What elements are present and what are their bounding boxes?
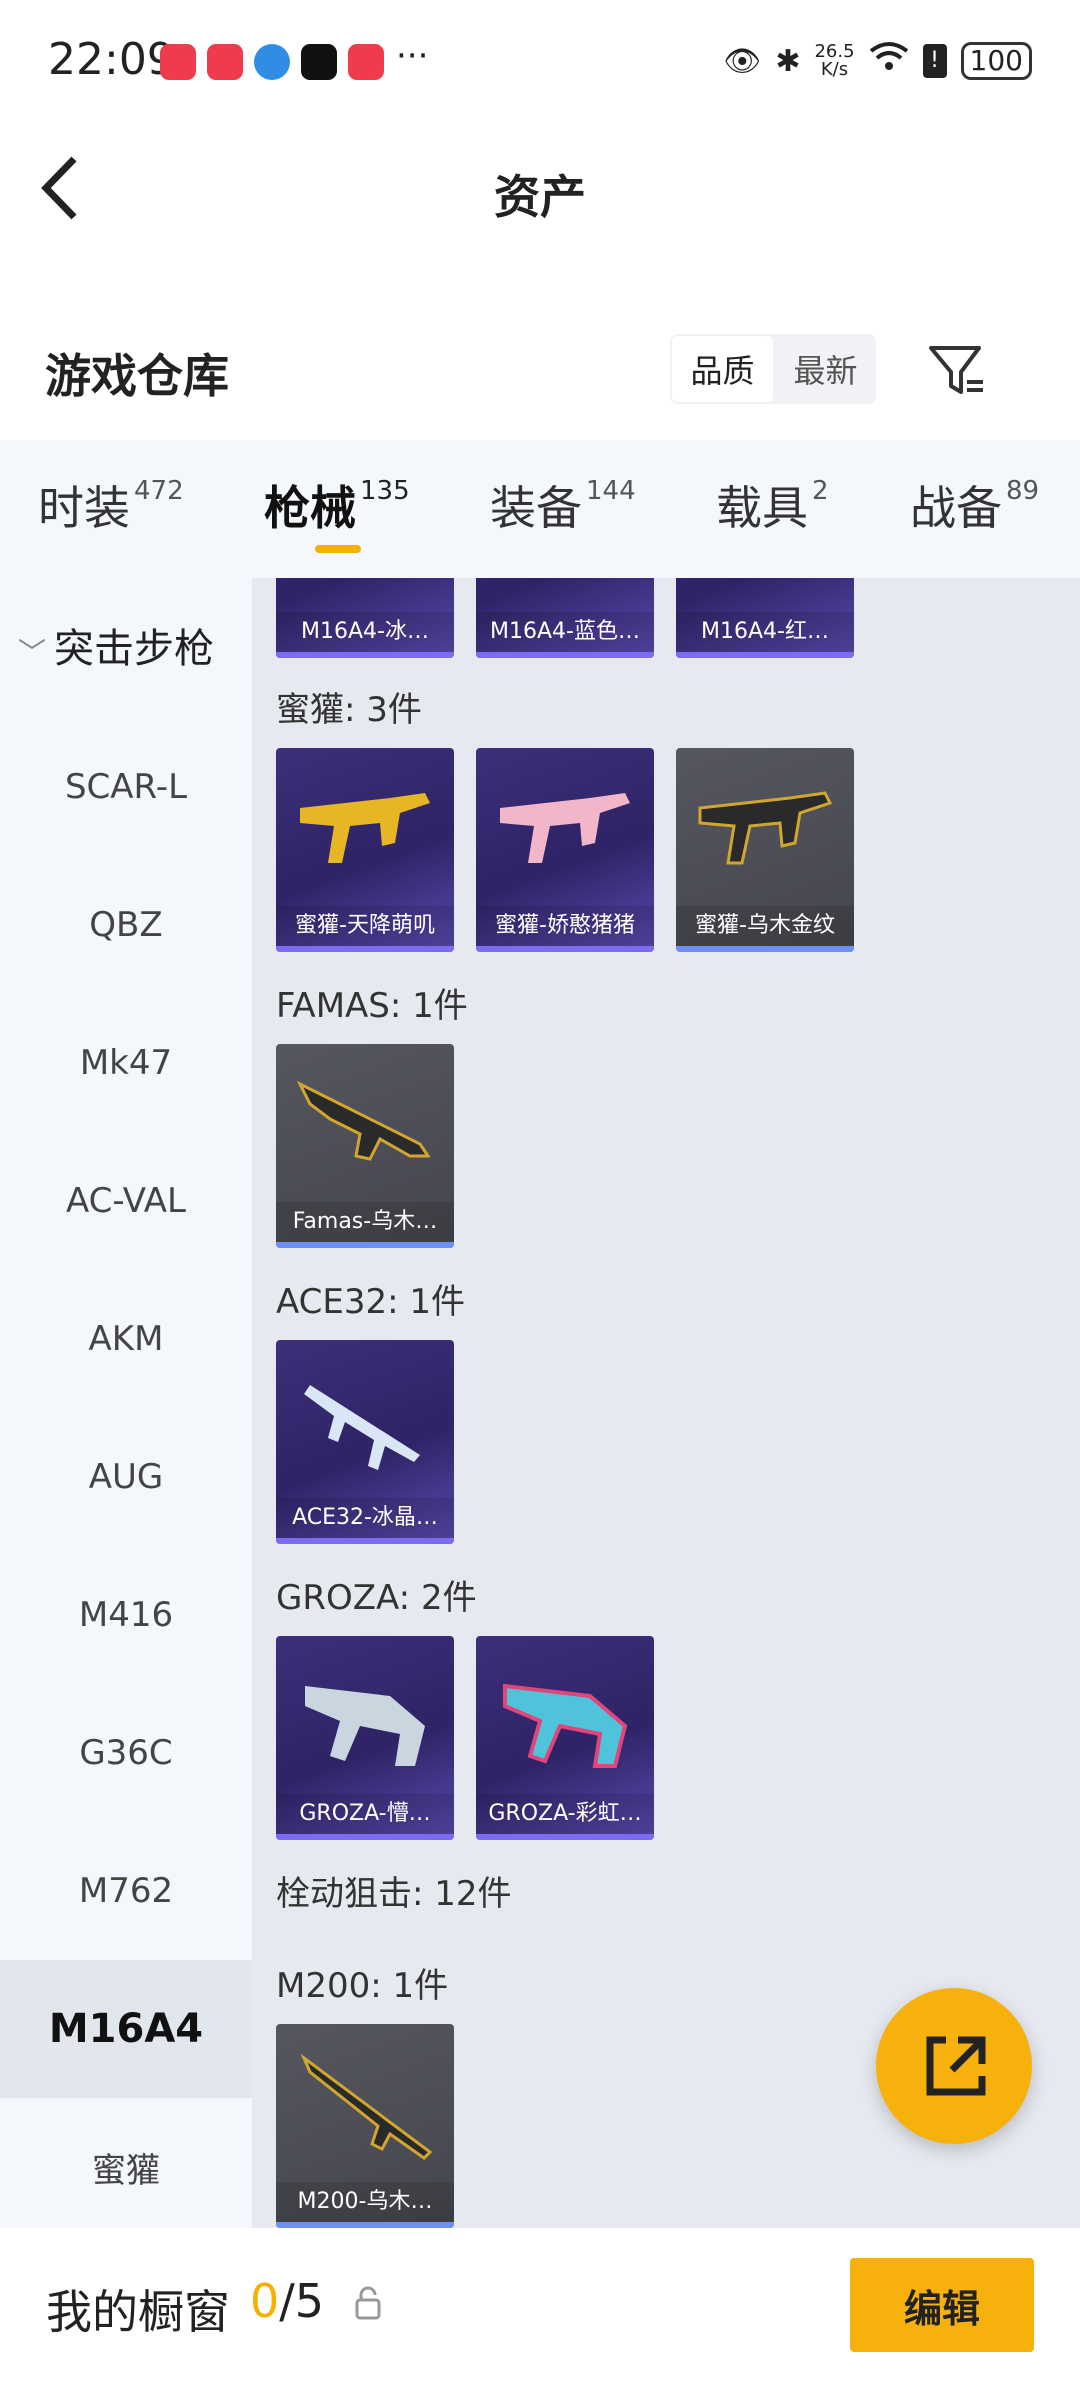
weapon-card[interactable]: 蜜獾-娇憨猪猪: [476, 748, 654, 952]
sort-newest-button[interactable]: 最新: [775, 334, 876, 404]
status-bar: 22:09 ··· 👁 ✱ 26.5 K/s ! 100: [0, 0, 1080, 125]
weapon-card[interactable]: ACE32-冰晶…: [276, 1340, 454, 1544]
weapon-card[interactable]: GROZA-彩虹…: [476, 1636, 654, 1840]
showcase-bar: 我的橱窗 0/5 编辑: [0, 2228, 1080, 2382]
sidebar-item-g36c[interactable]: G36C: [0, 1684, 252, 1822]
tab-weapons[interactable]: 枪械 135: [264, 472, 410, 538]
filter-button[interactable]: [925, 338, 989, 402]
group-header: FAMAS: 1件: [276, 986, 468, 1026]
chevron-down-icon: ﹀: [18, 636, 47, 669]
sidebar-item-aug[interactable]: AUG: [0, 1408, 252, 1546]
tiktok-notification-icon: [301, 44, 337, 80]
net-speed: 26.5 K/s: [814, 41, 855, 80]
sidebar-item-ac-val[interactable]: AC-VAL: [0, 1132, 252, 1270]
status-time: 22:09: [48, 34, 175, 85]
weapon-card[interactable]: 蜜獾-乌木金纹: [676, 748, 854, 952]
showcase-count: 0/5: [250, 2274, 325, 2328]
edit-button[interactable]: 编辑: [850, 2258, 1034, 2352]
famas-icon: [296, 1080, 431, 1161]
group-header: 蜜獾: 3件: [276, 690, 422, 730]
weapon-card[interactable]: M200-乌木…: [276, 2024, 454, 2228]
tab-fashion[interactable]: 时装 472: [38, 472, 184, 538]
ace32-icon: [304, 1385, 420, 1470]
sidebar-item-scar-l[interactable]: SCAR-L: [0, 718, 252, 856]
category-assault-rifles[interactable]: ﹀ 突击步枪: [18, 616, 214, 674]
wifi-icon: [869, 41, 909, 81]
external-link-icon: [926, 2036, 986, 2096]
active-tab-indicator: [315, 545, 361, 553]
warehouse-header: 游戏仓库 品质 最新: [0, 310, 1080, 440]
sidebar-item-m762[interactable]: M762: [0, 1822, 252, 1960]
app-notification-icon: [160, 44, 196, 80]
group-header: M200: 1件: [276, 1966, 449, 2006]
sidebar-item-qbz[interactable]: QBZ: [0, 856, 252, 994]
sidebar-item-akm[interactable]: AKM: [0, 1270, 252, 1408]
lock-icon: [355, 2286, 381, 2320]
weapon-card[interactable]: M16A4-红…: [676, 578, 854, 658]
bluetooth-icon: ✱: [775, 43, 801, 79]
showcase-label: 我的橱窗: [46, 2285, 230, 2339]
sidebar-item-honey-badger[interactable]: 蜜獾: [0, 2098, 252, 2236]
weapon-card[interactable]: GROZA-懵…: [276, 1636, 454, 1840]
sidebar-item-m416[interactable]: M416: [0, 1546, 252, 1684]
sidebar-item-m16a4[interactable]: M16A4: [0, 1960, 252, 2098]
smg-gold-icon: [300, 793, 430, 863]
warehouse-title: 游戏仓库: [45, 349, 229, 403]
group-header: GROZA: 2件: [276, 1578, 477, 1618]
smg-pink-icon: [500, 793, 630, 863]
tab-supplies[interactable]: 战备 89: [910, 472, 1039, 538]
battery-indicator: 100: [960, 42, 1032, 80]
sort-toggle: 品质 最新: [670, 334, 876, 404]
share-button[interactable]: [876, 1988, 1032, 2144]
tab-equipment[interactable]: 装备 144: [490, 472, 636, 538]
weapon-card[interactable]: M16A4-蓝色…: [476, 578, 654, 658]
weapon-grid: M16A4-冰… M16A4-蓝色… M16A4-红… 蜜獾: 3件 蜜獾-天降…: [252, 578, 1080, 2228]
app-notification-icon: [348, 44, 384, 80]
sort-quality-button[interactable]: 品质: [670, 334, 775, 404]
browser-notification-icon: [254, 44, 290, 80]
top-nav: 资产: [0, 125, 1080, 255]
weapon-card[interactable]: M16A4-冰…: [276, 578, 454, 658]
smg-ebony-icon: [698, 791, 833, 865]
m200-icon: [300, 2053, 433, 2160]
alert-icon: !: [922, 44, 947, 78]
category-tabs: 时装 472 枪械 135 装备 144 载具 2 战备 89: [0, 440, 1080, 578]
eye-icon: 👁: [723, 43, 762, 79]
groza-rainbow-icon: [503, 1683, 628, 1768]
weapon-sidebar: ﹀ 突击步枪 SCAR-L QBZ Mk47 AC-VAL AKM AUG M41…: [0, 578, 252, 2228]
page-title: 资产: [494, 170, 586, 224]
filter-icon: [929, 346, 983, 394]
tab-vehicles[interactable]: 载具 2: [716, 472, 829, 538]
groza-icon: [305, 1686, 425, 1766]
app-notification-icon: [207, 44, 243, 80]
sidebar-item-mk47[interactable]: Mk47: [0, 994, 252, 1132]
weapon-card[interactable]: Famas-乌木…: [276, 1044, 454, 1248]
more-notifications-icon: ···: [396, 36, 429, 76]
group-header: ACE32: 1件: [276, 1282, 466, 1322]
group-header: 栓动狙击: 12件: [276, 1874, 512, 1914]
weapon-card[interactable]: 蜜獾-天降萌叽: [276, 748, 454, 952]
